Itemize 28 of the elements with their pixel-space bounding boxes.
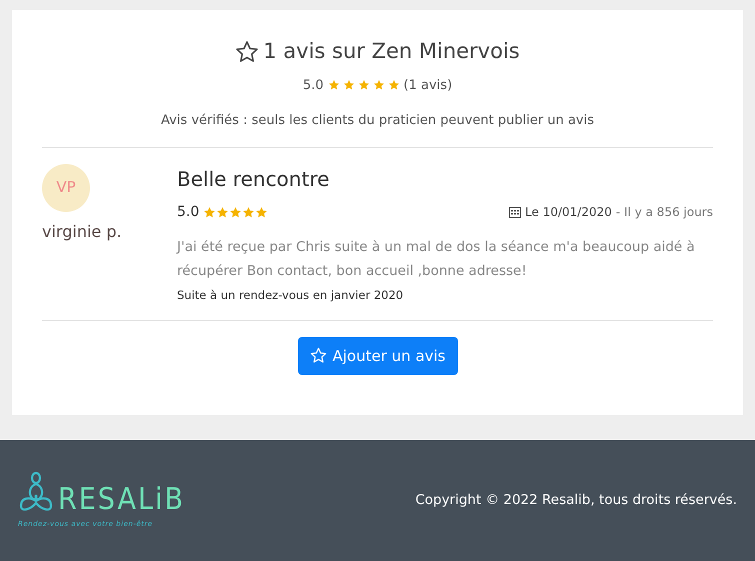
star-icon [255,206,268,218]
review-score: 5.0 [177,202,200,222]
star-icon [328,79,340,92]
add-review-button[interactable]: Ajouter un avis [298,336,458,375]
star-icon [229,206,242,218]
star-icon [242,206,256,218]
author-name: virginie p. [42,220,123,242]
star-icon [342,79,355,92]
review-context: Suite à un rendez-vous en janvier 2020 [177,286,404,304]
review-text: J'ai été reçue par Chris suite à un mal de dos la séance m'a beaucoup aidé à récupérer Bon contact, bon accueil ,bonne adresse! [177,238,696,280]
calendar-icon [509,206,522,218]
copyright-text: Copyright © 2022 Resalib, tous droits réservés. [415,491,737,510]
star-icon [372,79,385,92]
avatar: VP [42,164,90,212]
star-icon [388,79,400,92]
star-icon [216,206,230,218]
verified-notice: Avis vérifiés : seuls les clients du praticien peuvent publier un avis [160,112,594,130]
review-date: Le 10/01/2020 [525,204,612,221]
star-outline-icon [310,347,326,364]
page-title: 1 avis sur Zen Minervois [263,38,520,65]
review-count: (1 avis) [404,76,452,94]
review-age: - Il y a 856 jours [616,204,713,221]
logo-wordmark: RESALiB [58,485,185,516]
star-icon [203,206,216,218]
star-icon [358,79,370,92]
review-title: Belle rencontre [177,166,330,192]
rating-score: 5.0 [302,76,324,94]
star-outline-icon [235,40,260,64]
